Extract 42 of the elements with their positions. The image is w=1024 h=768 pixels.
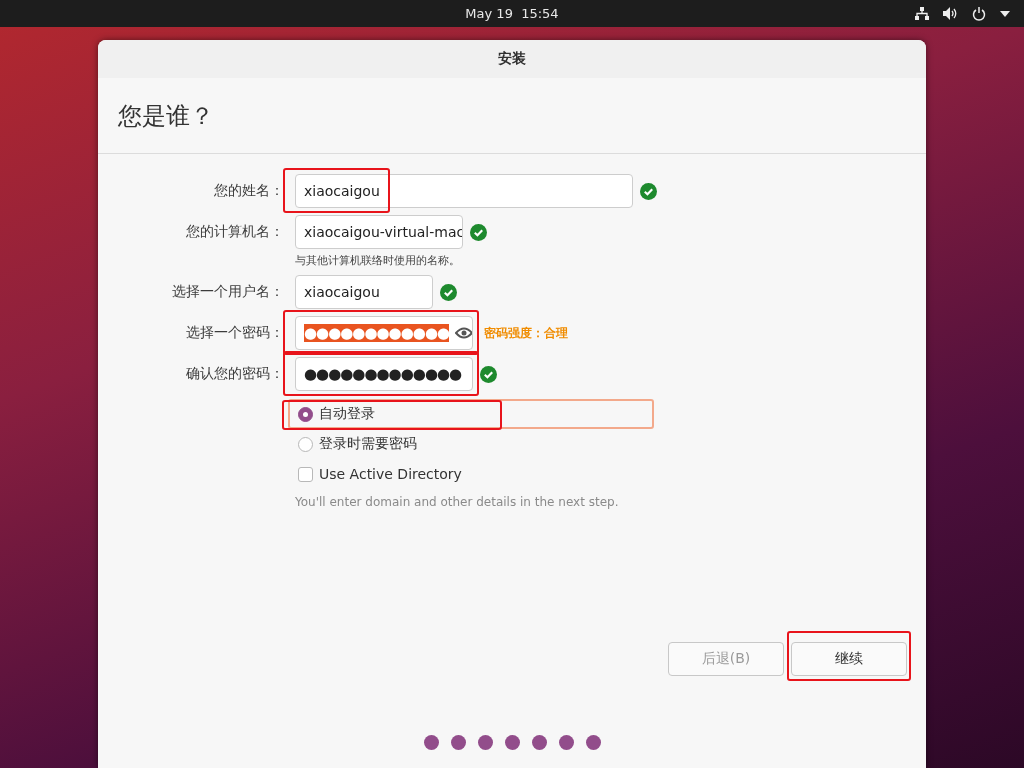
- field-value: ●●●●●●●●●●●●●: [304, 365, 462, 383]
- text-field[interactable]: xiaocaigou: [295, 174, 633, 208]
- window-title: 安装: [498, 50, 526, 68]
- field-value: xiaocaigou: [304, 183, 380, 199]
- field-label: 您的姓名：: [213, 182, 284, 200]
- field-label: 您的计算机名：: [185, 223, 284, 241]
- field-label: 确认您的密码：: [185, 365, 284, 383]
- caret-icon[interactable]: [1000, 10, 1010, 17]
- field-value: ●●●●●●●●●●●●: [304, 324, 450, 342]
- volume-icon[interactable]: [943, 7, 958, 20]
- option-label[interactable]: 自动登录: [319, 405, 375, 423]
- password-field[interactable]: ●●●●●●●●●●●●●: [295, 357, 473, 391]
- check-icon: [640, 182, 657, 200]
- field-hint: 与其他计算机联络时使用的名称。: [295, 253, 461, 268]
- step-dot: [450, 735, 466, 750]
- step-dot: [558, 735, 574, 750]
- radio-button[interactable]: [298, 436, 313, 452]
- text-field[interactable]: xiaocaigou: [295, 275, 433, 309]
- step-dot: [531, 735, 547, 750]
- page-heading: 您是谁？: [118, 100, 214, 132]
- eye-icon[interactable]: [455, 327, 472, 339]
- radio-button[interactable]: [298, 406, 313, 422]
- check-icon: [440, 283, 457, 301]
- network-icon[interactable]: [915, 7, 929, 20]
- clock[interactable]: May 19 15:54: [465, 6, 559, 21]
- password-field[interactable]: ●●●●●●●●●●●●: [295, 316, 473, 350]
- step-dot: [423, 735, 439, 750]
- password-strength: 密码强度：合理: [484, 324, 568, 342]
- step-dot: [477, 735, 493, 750]
- option-label[interactable]: Use Active Directory: [319, 466, 462, 482]
- login-hint: You'll enter domain and other details in the next step.: [295, 495, 620, 509]
- step-dot: [504, 735, 520, 750]
- check-icon: [470, 223, 487, 241]
- option-label[interactable]: 登录时需要密码: [319, 435, 417, 453]
- check-icon: [480, 365, 497, 383]
- field-value: xiaocaigou: [304, 284, 380, 300]
- step-dot: [585, 735, 601, 750]
- power-icon[interactable]: [972, 6, 986, 21]
- field-label: 选择一个密码：: [185, 324, 284, 342]
- dialog-button[interactable]: 继续: [791, 642, 907, 676]
- field-label: 选择一个用户名：: [171, 283, 284, 301]
- checkbox[interactable]: [298, 466, 313, 482]
